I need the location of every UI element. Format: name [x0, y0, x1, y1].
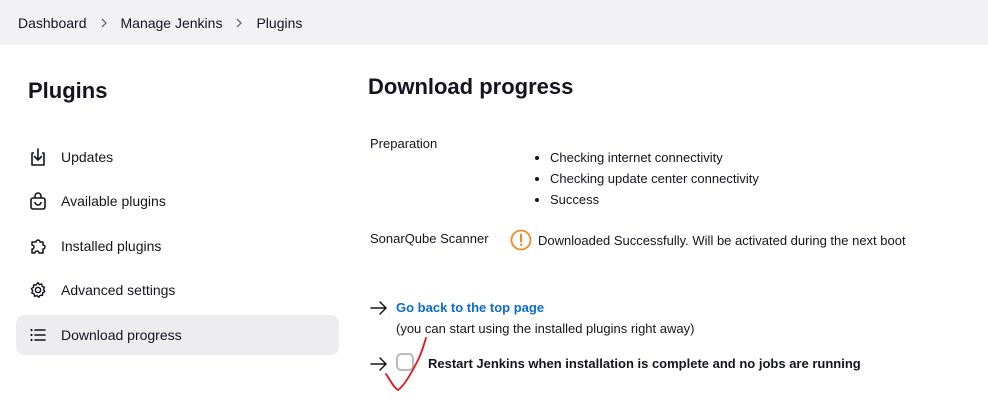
page-title: Download progress — [368, 74, 574, 99]
chevron-right-icon — [222, 18, 256, 28]
red-checkmark-annotation — [385, 337, 427, 391]
download-icon — [27, 146, 49, 168]
shopping-bag-icon — [27, 190, 49, 212]
breadcrumb-manage-jenkins[interactable]: Manage Jenkins — [121, 15, 223, 31]
arrow-right-icon — [370, 300, 388, 316]
sidebar-item-installed-plugins[interactable]: Installed plugins — [16, 226, 339, 266]
sidebar-title: Plugins — [28, 78, 108, 103]
sidebar-item-updates[interactable]: Updates — [16, 137, 339, 177]
preparation-steps: Checking internet connectivity Checking … — [532, 147, 759, 210]
breadcrumb-plugins[interactable]: Plugins — [256, 15, 302, 31]
restart-label[interactable]: Restart Jenkins when installation is com… — [428, 356, 861, 371]
list-item: Checking internet connectivity — [550, 147, 759, 168]
sidebar-item-label: Download progress — [61, 327, 182, 343]
back-link-note: (you can start using the installed plugi… — [396, 321, 695, 336]
gear-icon — [27, 279, 49, 301]
breadcrumb: Dashboard Manage Jenkins Plugins — [0, 0, 988, 45]
list-icon — [27, 324, 49, 346]
sidebar-item-label: Available plugins — [61, 193, 166, 209]
list-item: Success — [550, 189, 759, 210]
plugin-name: SonarQube Scanner — [370, 231, 489, 246]
sidebar-item-available-plugins[interactable]: Available plugins — [16, 181, 339, 221]
chevron-right-icon — [87, 18, 121, 28]
puzzle-piece-icon — [27, 235, 49, 257]
plugin-status-text: Downloaded Successfully. Will be activat… — [538, 232, 906, 248]
sidebar-item-download-progress[interactable]: Download progress — [16, 315, 339, 355]
sidebar-item-label: Advanced settings — [61, 282, 176, 298]
sidebar-item-label: Updates — [61, 149, 114, 165]
back-to-top-link[interactable]: Go back to the top page — [396, 300, 544, 315]
plugin-status: Downloaded Successfully. Will be activat… — [510, 229, 906, 251]
breadcrumb-dashboard[interactable]: Dashboard — [18, 15, 87, 31]
sidebar-item-label: Installed plugins — [61, 238, 162, 254]
warning-circle-icon — [510, 229, 532, 251]
list-item: Checking update center connectivity — [550, 168, 759, 189]
preparation-label: Preparation — [370, 136, 438, 151]
sidebar-item-advanced-settings[interactable]: Advanced settings — [16, 270, 339, 310]
